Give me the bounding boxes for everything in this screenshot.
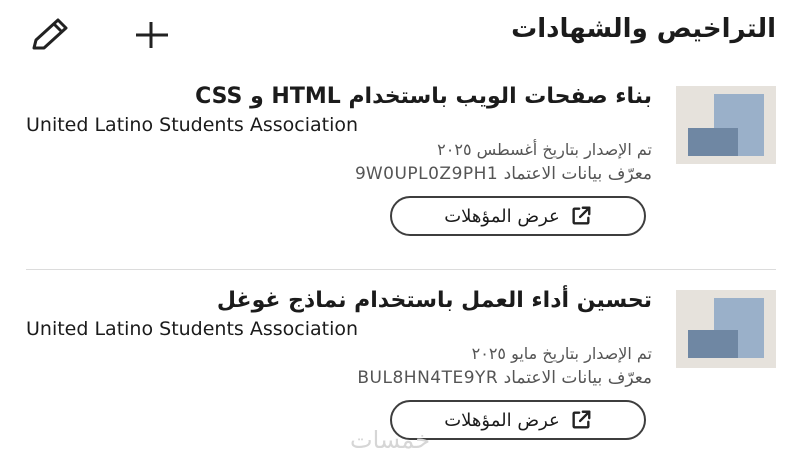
edit-button[interactable] [28,16,70,54]
external-link-icon [572,206,591,225]
issue-date: تم الإصدار بتاريخ مايو ٢٠٢٥ [471,344,652,363]
issuer-name: United Latino Students Association [26,114,359,136]
issue-date: تم الإصدار بتاريخ أغسطس ٢٠٢٥ [437,140,652,159]
certification-title: بناء صفحات الويب باستخدام HTML و CSS [195,84,652,109]
section-header: التراخيص والشهادات [0,0,800,66]
show-credential-label: عرض المؤهلات [444,205,560,227]
pencil-icon [32,18,68,50]
add-button[interactable] [130,16,172,54]
credential-id: معرّف بيانات الاعتماد BUL8HN4TE9YR [357,368,652,388]
organization-logo [676,86,776,164]
certification-item: بناء صفحات الويب باستخدام HTML و CSS Uni… [0,84,800,270]
show-credential-button[interactable]: عرض المؤهلات [390,196,646,236]
divider [26,269,776,270]
show-credential-label: عرض المؤهلات [444,409,560,431]
external-link-icon [572,410,591,429]
certification-title: تحسين أداء العمل باستخدام نماذج غوغل [216,288,652,313]
issuer-name: United Latino Students Association [26,318,359,340]
credential-id: معرّف بيانات الاعتماد 9W0UPL0Z9PH1 [355,164,652,184]
plus-icon [136,22,168,48]
watermark: خمسات [350,426,431,454]
section-title: التراخيص والشهادات [511,14,776,44]
organization-logo [676,290,776,368]
